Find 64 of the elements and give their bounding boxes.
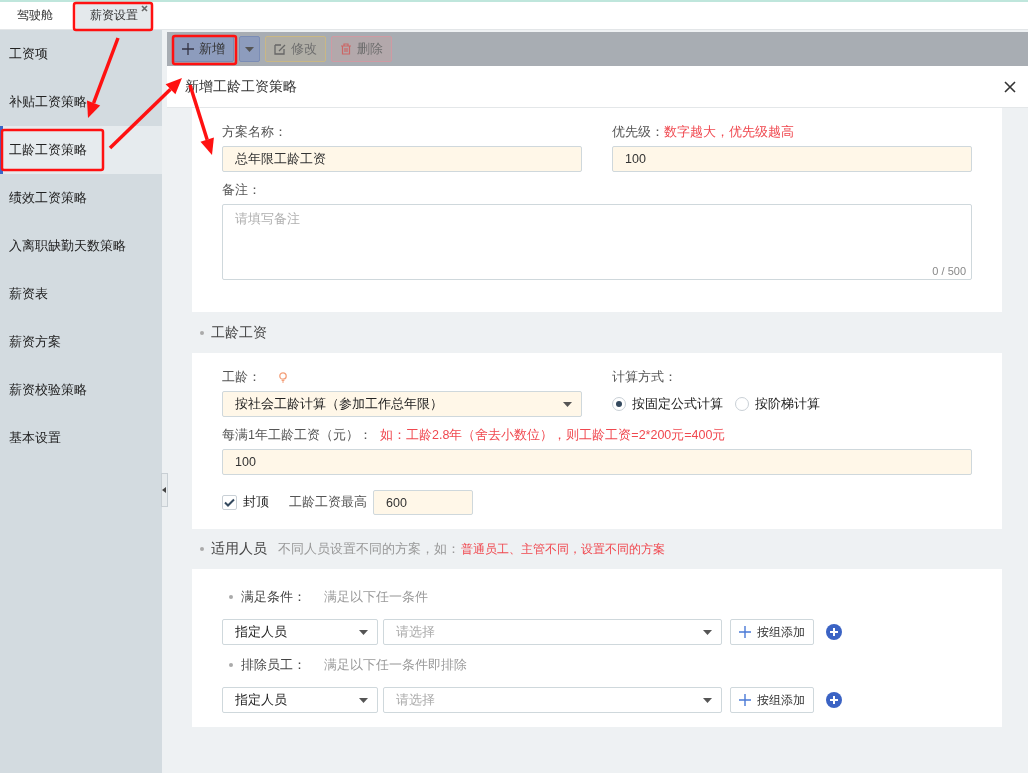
sidebar-item[interactable]: 补贴工资策略	[0, 78, 162, 126]
field-label: 计算方式：	[612, 369, 678, 386]
trash-icon	[340, 43, 352, 55]
caret-icon	[358, 628, 369, 636]
sidebar-item[interactable]: 薪资表	[0, 270, 162, 318]
sidebar-item[interactable]: 入离职缺勤天数策略	[0, 222, 162, 270]
annotation-box	[171, 34, 238, 66]
radio-button[interactable]	[612, 397, 626, 411]
dropdown-button[interactable]	[239, 36, 260, 62]
field-label: 优先级：	[612, 124, 664, 141]
character-counter: 0 / 500	[932, 265, 966, 277]
field-label: 方案名称：	[222, 124, 288, 141]
plus-icon	[739, 626, 751, 638]
add-group-button[interactable]: 按组添加	[730, 687, 814, 713]
add-group-button[interactable]: 按组添加	[730, 619, 814, 645]
field-label: 备注：	[222, 182, 262, 199]
hint-text: 如：工龄2.8年（舍去小数位），则工龄工资=2*200元=400元	[379, 427, 726, 444]
bullet-dot	[229, 663, 233, 667]
max-amount-field[interactable]: 600	[373, 490, 473, 515]
priority-field[interactable]: 100	[612, 146, 972, 172]
add-circle-icon[interactable]	[826, 692, 842, 708]
sidebar-item[interactable]: 工龄工资策略	[0, 126, 162, 174]
tab[interactable]: 薪资设置	[76, 2, 152, 29]
caret-icon	[702, 696, 713, 704]
caret-icon	[562, 400, 573, 408]
group-title: 排除员工：	[241, 656, 306, 674]
edit-icon	[274, 43, 286, 55]
dropdown[interactable]: 按社会工龄计算（参加工作总年限）	[222, 391, 582, 417]
field-label: 工龄工资最高	[289, 494, 367, 511]
name-field[interactable]: 总年限工龄工资	[222, 146, 582, 172]
checkbox[interactable]	[222, 495, 237, 510]
sidebar-item[interactable]: 工资项	[0, 30, 162, 78]
field-label: 工龄：	[222, 369, 261, 386]
caret-icon	[702, 628, 713, 636]
sidebar-item[interactable]: 薪资方案	[0, 318, 162, 366]
caret-icon	[244, 45, 255, 53]
hint-text: 数字越大，优先级越高	[664, 124, 794, 141]
plus-icon	[739, 694, 751, 706]
hint-text: 普通员工、主管不同，设置不同的方案	[461, 540, 665, 558]
section-title: 适用人员	[211, 540, 267, 558]
section-note: 不同人员设置不同的方案，如：	[278, 540, 460, 558]
radio-button[interactable]	[735, 397, 749, 411]
bullet-dot	[229, 595, 233, 599]
checkbox-label[interactable]: 封顶	[243, 494, 269, 511]
caret-icon	[358, 696, 369, 704]
sidebar-item[interactable]: 薪资校验策略	[0, 366, 162, 414]
collapse-handle[interactable]	[161, 473, 168, 507]
sidebar-item[interactable]: 基本设置	[0, 414, 162, 462]
bullet-dot	[200, 330, 204, 335]
group-title: 满足条件：	[241, 588, 306, 606]
dropdown[interactable]: 指定人员	[222, 687, 378, 713]
plus-icon	[182, 43, 194, 55]
radio-label[interactable]: 按固定公式计算	[632, 395, 723, 413]
dropdown[interactable]: 指定人员	[222, 619, 378, 645]
check-icon	[224, 498, 235, 507]
sidebar-item[interactable]: 绩效工资策略	[0, 174, 162, 222]
radio-label[interactable]: 按阶梯计算	[755, 395, 820, 413]
field-label: 每满1年工龄工资（元）：	[222, 427, 372, 444]
bullet-dot	[200, 547, 204, 551]
lightbulb-icon	[279, 372, 287, 383]
amount-field[interactable]: 100	[222, 449, 972, 475]
close-icon[interactable]	[1004, 80, 1016, 93]
section-title: 工龄工资	[211, 323, 267, 342]
add-circle-icon[interactable]	[826, 624, 842, 640]
